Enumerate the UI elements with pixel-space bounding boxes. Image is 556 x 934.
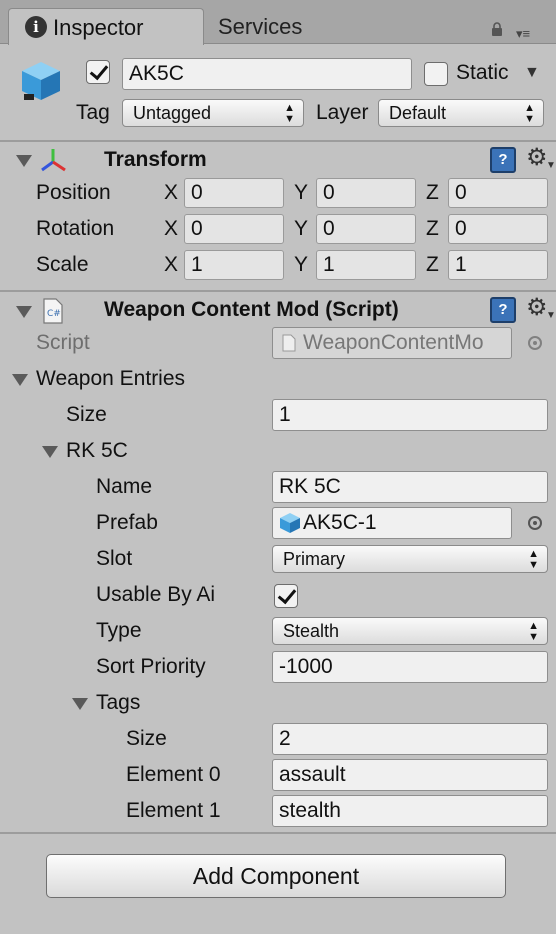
- element-0-label: Element 0: [126, 763, 221, 786]
- lock-icon[interactable]: [490, 22, 504, 36]
- svg-text:C#: C#: [47, 309, 61, 319]
- divider: [0, 290, 556, 292]
- type-dropdown-value: Stealth: [283, 621, 340, 641]
- script-reference-value: WeaponContentMo: [303, 331, 484, 354]
- static-checkbox[interactable]: [424, 62, 448, 86]
- transform-foldout-icon[interactable]: [16, 155, 32, 167]
- help-icon[interactable]: ?: [490, 297, 516, 323]
- divider: [0, 832, 556, 834]
- entry-foldout-icon[interactable]: [42, 446, 58, 458]
- prefab-label: Prefab: [96, 511, 158, 534]
- name-field[interactable]: RK 5C: [272, 471, 548, 503]
- tab-inspector[interactable]: i Inspector: [8, 8, 204, 45]
- scale-label: Scale: [36, 253, 89, 276]
- transform-title: Transform: [104, 148, 207, 171]
- weapon-entries-label: Weapon Entries: [36, 367, 186, 390]
- tab-services[interactable]: Services: [218, 14, 302, 40]
- script-label: Script: [36, 331, 90, 354]
- transform-axes-icon: [41, 149, 66, 172]
- position-y-field[interactable]: 0: [316, 178, 416, 208]
- gear-caret-icon: ▼: [546, 160, 556, 171]
- tags-foldout-icon[interactable]: [72, 698, 88, 710]
- info-icon: i: [25, 16, 47, 38]
- slot-label: Slot: [96, 547, 133, 570]
- position-z-field[interactable]: 0: [448, 178, 548, 208]
- layer-dropdown[interactable]: Default ▲ ▼: [378, 99, 544, 127]
- script-component-title: Weapon Content Mod (Script): [104, 298, 399, 321]
- tab-bar: i Inspector Services ▾≡: [0, 0, 556, 45]
- prefab-field-value: AK5C-1: [303, 511, 377, 534]
- object-picker-icon[interactable]: [528, 516, 542, 530]
- settings-gear-icon[interactable]: ⚙: [526, 296, 548, 320]
- scale-z-field[interactable]: 1: [448, 250, 548, 280]
- type-dropdown[interactable]: Stealth ▲ ▼: [272, 617, 548, 645]
- axis-x-label: X: [164, 181, 179, 204]
- element-0-field[interactable]: assault: [272, 759, 548, 791]
- object-name-field[interactable]: AK5C: [122, 58, 412, 90]
- position-x-field[interactable]: 0: [184, 178, 284, 208]
- gameobject-cube-icon: [22, 62, 60, 100]
- dropdown-arrows-icon: ▲ ▼: [528, 548, 539, 571]
- entries-size-field[interactable]: 1: [272, 399, 548, 431]
- add-component-button[interactable]: Add Component: [46, 854, 506, 898]
- tag-dropdown-value: Untagged: [133, 103, 212, 123]
- rotation-x-field[interactable]: 0: [184, 214, 284, 244]
- tags-size-field[interactable]: 2: [272, 723, 548, 755]
- gear-caret-icon: ▼: [546, 310, 556, 321]
- usable-by-ai-checkbox[interactable]: [274, 584, 298, 608]
- slot-dropdown[interactable]: Primary ▲ ▼: [272, 545, 548, 573]
- element-1-field[interactable]: stealth: [272, 795, 548, 827]
- rotation-label: Rotation: [36, 217, 115, 240]
- script-file-icon: [282, 334, 296, 352]
- help-icon[interactable]: ?: [490, 147, 516, 173]
- active-checkbox[interactable]: [86, 60, 110, 84]
- axis-z-label: Z: [426, 253, 439, 276]
- csharp-script-icon: C#: [43, 298, 63, 324]
- position-label: Position: [36, 181, 111, 204]
- rotation-z-field[interactable]: 0: [448, 214, 548, 244]
- axis-x-label: X: [164, 217, 179, 240]
- script-foldout-icon[interactable]: [16, 306, 32, 318]
- tags-label: Tags: [96, 691, 141, 714]
- tags-size-label: Size: [126, 727, 167, 750]
- axis-y-label: Y: [294, 217, 309, 240]
- prefab-cube-icon: [280, 513, 300, 533]
- axis-y-label: Y: [294, 253, 309, 276]
- usable-by-ai-label: Usable By Ai: [96, 583, 216, 606]
- layer-dropdown-value: Default: [389, 103, 447, 123]
- static-dropdown-icon[interactable]: ▼: [524, 64, 540, 82]
- axis-z-label: Z: [426, 181, 439, 204]
- tab-inspector-label: Inspector: [53, 15, 144, 40]
- static-label: Static: [456, 61, 509, 84]
- rotation-y-field[interactable]: 0: [316, 214, 416, 244]
- dropdown-arrows-icon: ▲ ▼: [284, 102, 295, 125]
- axis-z-label: Z: [426, 217, 439, 240]
- entry-label: RK 5C: [66, 439, 128, 462]
- prefab-field[interactable]: AK5C-1: [272, 507, 512, 539]
- script-reference-field: WeaponContentMo: [272, 327, 512, 359]
- tab-menu-icon[interactable]: ▾≡: [516, 26, 530, 42]
- axis-x-label: X: [164, 253, 179, 276]
- dropdown-arrows-icon: ▲ ▼: [524, 102, 535, 125]
- divider: [0, 140, 556, 142]
- dropdown-arrows-icon: ▲ ▼: [528, 620, 539, 643]
- entries-size-label: Size: [66, 403, 107, 426]
- element-1-label: Element 1: [126, 799, 221, 822]
- scale-y-field[interactable]: 1: [316, 250, 416, 280]
- sort-priority-field[interactable]: -1000: [272, 651, 548, 683]
- settings-gear-icon[interactable]: ⚙: [526, 146, 548, 170]
- layer-label: Layer: [316, 101, 369, 124]
- scale-x-field[interactable]: 1: [184, 250, 284, 280]
- weapon-entries-foldout-icon[interactable]: [12, 374, 28, 386]
- slot-dropdown-value: Primary: [283, 549, 345, 569]
- axis-y-label: Y: [294, 181, 309, 204]
- name-label: Name: [96, 475, 153, 498]
- object-picker-icon: [528, 336, 542, 350]
- type-label: Type: [96, 619, 142, 642]
- tag-dropdown[interactable]: Untagged ▲ ▼: [122, 99, 304, 127]
- sort-priority-label: Sort Priority: [96, 655, 206, 678]
- tag-label: Tag: [76, 101, 110, 124]
